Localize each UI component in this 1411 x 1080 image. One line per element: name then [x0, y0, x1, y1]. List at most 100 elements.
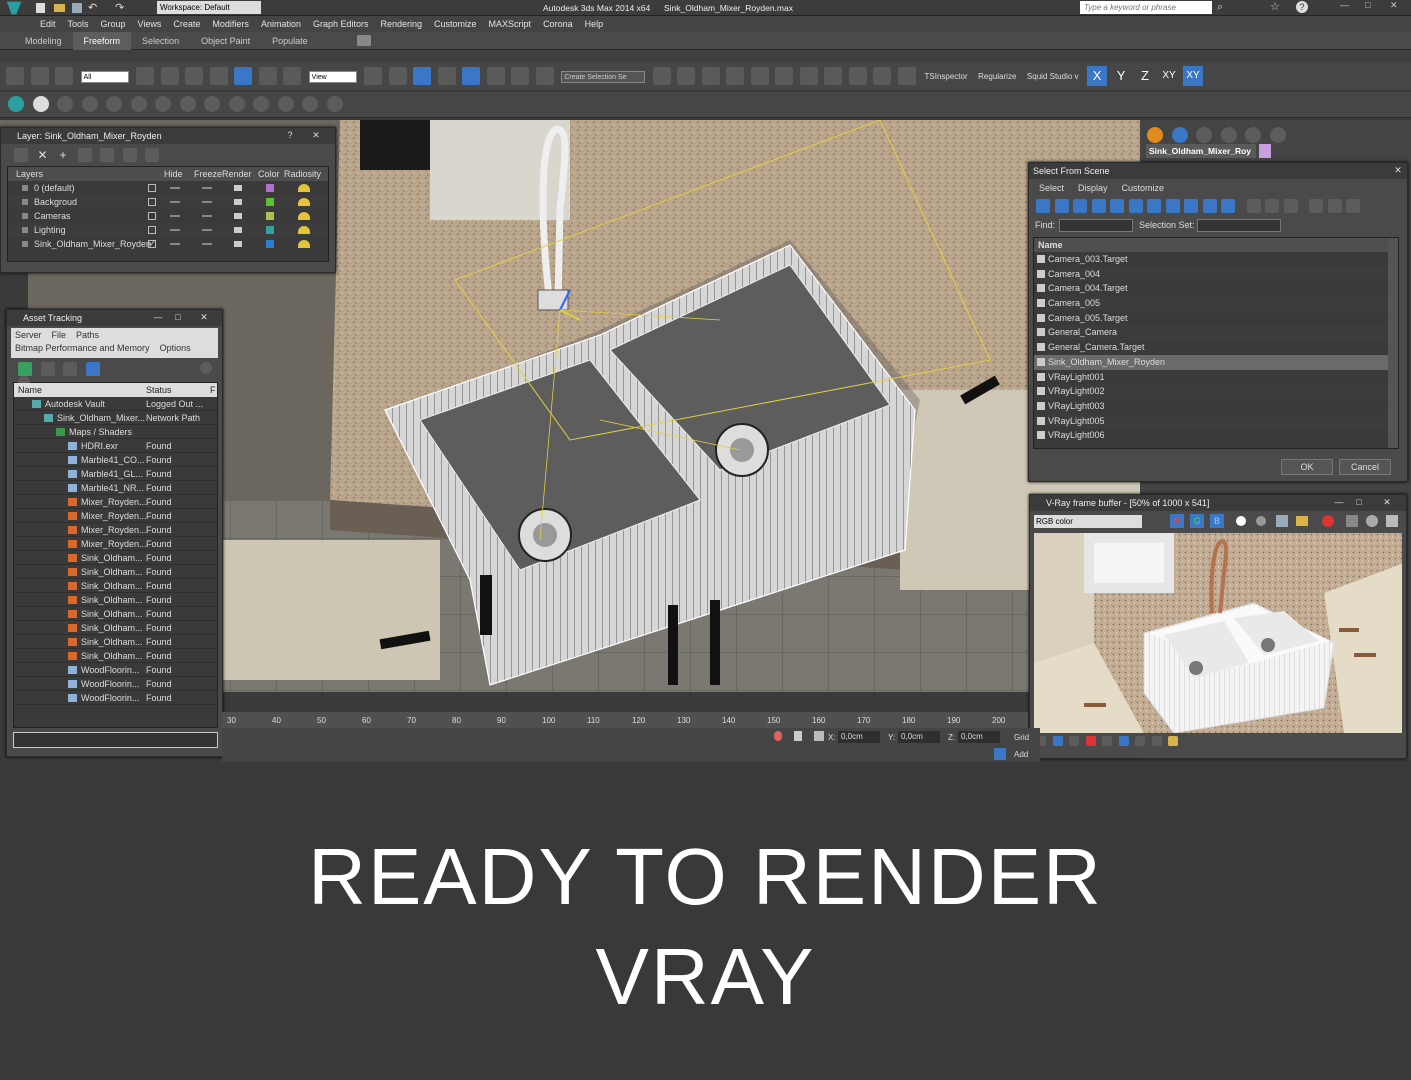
select-layer-objects-icon[interactable]: [77, 148, 92, 162]
close-icon[interactable]: ✕: [1378, 496, 1396, 509]
blue-channel-button[interactable]: B: [1210, 514, 1224, 528]
scene-object-row[interactable]: VRayLight002: [1034, 384, 1398, 399]
layer-current-checkbox[interactable]: [148, 198, 156, 206]
layer-window-titlebar[interactable]: Layer: Sink_Oldham_Mixer_Royden ? ✕: [1, 128, 335, 144]
layer-color-swatch[interactable]: [266, 184, 274, 192]
window-icon[interactable]: [277, 96, 294, 112]
menu-customize[interactable]: Customize: [428, 16, 483, 32]
reference-coordinate-dropdown[interactable]: View: [308, 71, 357, 83]
undo-icon[interactable]: ↶: [88, 1, 97, 14]
asset-column-f[interactable]: F: [210, 383, 216, 397]
list-view-icon[interactable]: [40, 362, 55, 376]
material-editor-icon[interactable]: [799, 67, 818, 85]
render-teapot-icon[interactable]: [234, 241, 242, 247]
y-coordinate-field[interactable]: 0,0cm: [898, 731, 940, 743]
green-channel-button[interactable]: G: [1190, 514, 1204, 528]
maximize-icon[interactable]: □: [169, 311, 187, 324]
save-file-icon[interactable]: [72, 3, 82, 13]
axis-constraint-xy-button[interactable]: XY: [1183, 66, 1204, 86]
save-image-icon[interactable]: [1276, 515, 1288, 527]
menu-edit[interactable]: Edit: [34, 16, 62, 32]
load-image-icon[interactable]: [1296, 516, 1308, 526]
rotate-icon[interactable]: [258, 67, 277, 85]
render-setup-icon[interactable]: [824, 67, 843, 85]
icc-icon[interactable]: [1118, 736, 1129, 746]
display-cameras-icon[interactable]: [1091, 199, 1106, 213]
select-menu-customize[interactable]: Customize: [1122, 183, 1165, 193]
grid-icon[interactable]: [130, 96, 147, 112]
asset-row[interactable]: Autodesk Vault Logged Out ...: [14, 397, 217, 411]
link-icon[interactable]: [6, 67, 24, 85]
freeze-toggle[interactable]: [202, 215, 212, 217]
layer-column-freeze[interactable]: Freeze: [194, 167, 222, 181]
menu-views[interactable]: Views: [132, 16, 168, 32]
pivot-center-icon[interactable]: [364, 67, 383, 85]
squid-studio-button[interactable]: Squid Studio v: [1027, 72, 1079, 81]
render-teapot-icon[interactable]: [234, 227, 242, 233]
stop-render-icon[interactable]: [1366, 515, 1378, 527]
render-teapot-icon[interactable]: [1386, 515, 1398, 527]
lens-effects-icon[interactable]: [1168, 736, 1179, 746]
scene-object-row[interactable]: General_Camera: [1034, 325, 1398, 341]
scene-states-icon[interactable]: [204, 96, 221, 112]
sort-icon[interactable]: [1346, 199, 1361, 213]
sun-icon[interactable]: [32, 96, 49, 112]
asset-path-field[interactable]: [13, 732, 218, 748]
tab-populate[interactable]: Populate: [261, 32, 319, 50]
render-teapot-icon[interactable]: [234, 185, 242, 191]
layer-column-render[interactable]: Render: [222, 167, 252, 181]
asset-row[interactable]: Sink_Oldham... Found: [14, 621, 217, 635]
edit-named-selection-icon[interactable]: [535, 67, 554, 85]
display-helpers-icon[interactable]: [1110, 199, 1125, 213]
layer-current-checkbox[interactable]: [148, 226, 156, 234]
maximize-icon[interactable]: □: [1350, 496, 1368, 509]
tab-freeform[interactable]: Freeform: [72, 32, 132, 50]
key-icon[interactable]: [774, 731, 782, 741]
help-icon[interactable]: ?: [1296, 1, 1308, 13]
hide-toggle[interactable]: [170, 187, 180, 189]
modify-tab-icon[interactable]: [1171, 127, 1188, 143]
asset-row[interactable]: Marble41_CO... Found: [14, 453, 217, 467]
camera-icon[interactable]: [179, 96, 196, 112]
unlink-icon[interactable]: [30, 67, 49, 85]
select-by-name-icon[interactable]: [160, 67, 179, 85]
timeline-ruler[interactable]: 30 40 50 60 70 80 90 100 110 120 130 140 150 160 170 18…: [222, 712, 1028, 728]
layer-manager-icon[interactable]: [701, 67, 720, 85]
pixel-info-icon[interactable]: [1151, 736, 1162, 746]
search-input[interactable]: Type a keyword or phrase: [1080, 1, 1212, 14]
light-lister-icon[interactable]: [8, 96, 24, 112]
close-icon[interactable]: ✕: [1389, 164, 1407, 177]
asset-row[interactable]: Sink_Oldham... Found: [14, 551, 217, 565]
scene-object-row[interactable]: VRayLight001: [1034, 370, 1398, 385]
scene-object-row[interactable]: VRayLight006: [1034, 428, 1398, 443]
menu-rendering[interactable]: Rendering: [375, 16, 429, 32]
find-input[interactable]: [1059, 219, 1133, 232]
help-icon[interactable]: ?: [281, 129, 299, 142]
scene-object-row[interactable]: Camera_004.Target: [1034, 281, 1398, 296]
layer-color-swatch[interactable]: [266, 198, 274, 206]
display-geometry-icon[interactable]: [1036, 199, 1050, 213]
menu-corona[interactable]: Corona: [537, 16, 579, 32]
maximize-icon[interactable]: □: [1365, 0, 1370, 10]
add-time-tag-icon[interactable]: [994, 748, 1006, 760]
region-render-icon[interactable]: [1346, 515, 1358, 527]
hide-toggle[interactable]: [170, 215, 180, 217]
radiosity-icon[interactable]: [298, 198, 310, 206]
rendered-frame-window-icon[interactable]: [848, 67, 867, 85]
scene-list-scrollbar[interactable]: [1388, 238, 1398, 448]
layer-column-radiosity[interactable]: Radiosity: [284, 167, 321, 181]
object-color-swatch[interactable]: [1259, 144, 1271, 158]
object-name-field[interactable]: Sink_Oldham_Mixer_Roy: [1146, 144, 1256, 158]
axis-constraint-z-button[interactable]: Z: [1135, 66, 1155, 86]
layer-column-color[interactable]: Color: [258, 167, 280, 181]
vfb-titlebar[interactable]: V-Ray frame buffer - [50% of 1000 x 541]…: [1030, 495, 1406, 511]
spinner-snap-icon[interactable]: [511, 67, 530, 85]
tab-modeling[interactable]: Modeling: [14, 32, 73, 50]
highlight-layer-icon[interactable]: [100, 148, 115, 162]
asset-row[interactable]: Sink_Oldham... Found: [14, 607, 217, 621]
close-icon[interactable]: ✕: [195, 311, 213, 324]
angle-snap-icon[interactable]: [462, 67, 481, 85]
curve-icon[interactable]: [1069, 736, 1080, 746]
display-none-icon[interactable]: [1265, 199, 1280, 213]
display-spacewarps-icon[interactable]: [1128, 199, 1143, 213]
